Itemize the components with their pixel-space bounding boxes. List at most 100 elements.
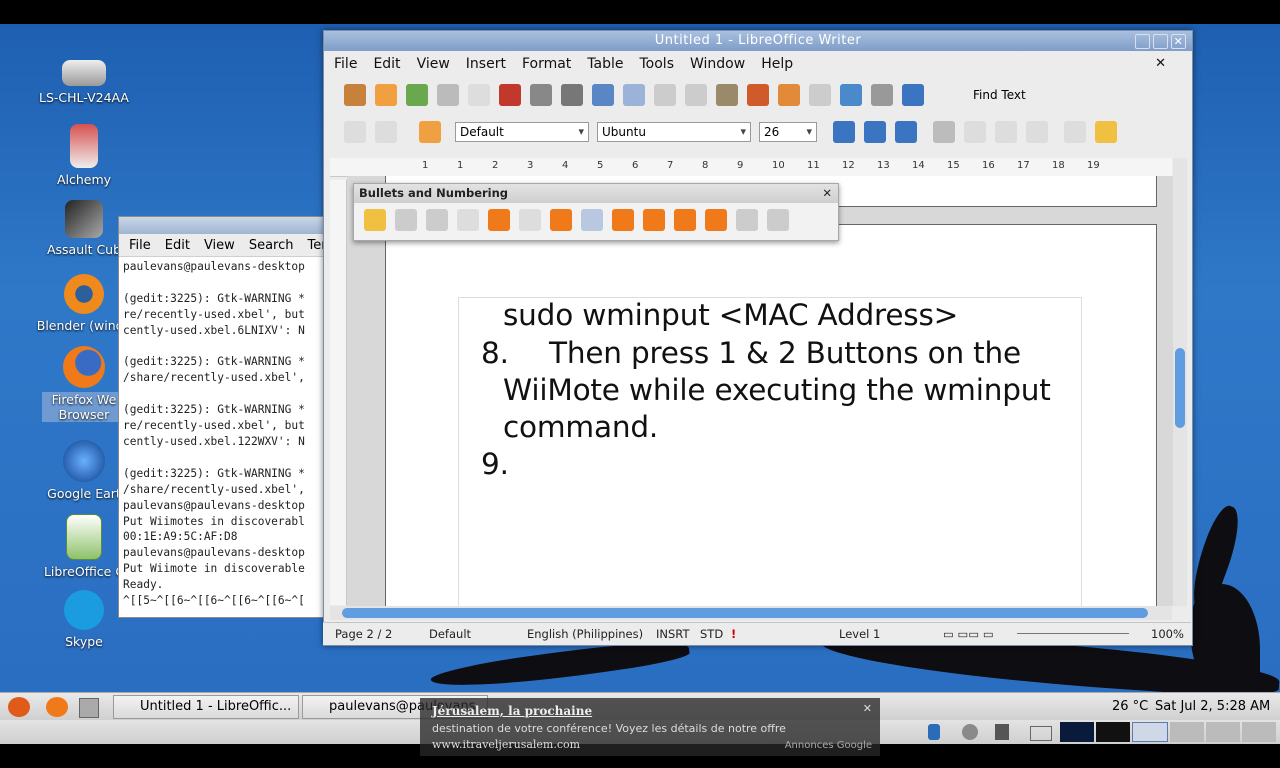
cut-icon[interactable] bbox=[654, 84, 676, 106]
align-right-icon[interactable] bbox=[995, 121, 1017, 143]
desktop-icon-alchemy[interactable]: Alchemy bbox=[29, 124, 139, 187]
paragraph-style-select[interactable]: Default bbox=[455, 122, 589, 142]
close-document-icon[interactable]: ✕ bbox=[1155, 56, 1166, 71]
back-icon[interactable] bbox=[344, 121, 366, 143]
workspace-6[interactable] bbox=[1242, 722, 1276, 742]
ad-close-icon[interactable]: ✕ bbox=[863, 702, 872, 715]
writer-titlebar[interactable]: Untitled 1 - LibreOffice Writer ✕ bbox=[324, 31, 1192, 51]
spellcheck-icon[interactable] bbox=[592, 84, 614, 106]
scroll-thumb[interactable] bbox=[342, 608, 1148, 618]
search-icon[interactable] bbox=[962, 724, 978, 740]
hyperlink-icon[interactable] bbox=[840, 84, 862, 106]
justify-icon[interactable] bbox=[1026, 121, 1048, 143]
clone-format-icon[interactable] bbox=[747, 84, 769, 106]
print-icon[interactable] bbox=[530, 84, 552, 106]
selection-mode[interactable]: STD bbox=[700, 627, 723, 641]
doc-line-3[interactable]: WiiMote while executing the wminput bbox=[503, 373, 1051, 407]
terminal-titlebar[interactable] bbox=[119, 217, 329, 234]
italic-icon[interactable] bbox=[864, 121, 886, 143]
edit-file-icon[interactable] bbox=[468, 84, 490, 106]
terminal-menu-file[interactable]: File bbox=[129, 238, 151, 253]
ad-title[interactable]: Jérusalem, la prochaine bbox=[432, 704, 592, 718]
terminal-menu-view[interactable]: View bbox=[204, 238, 235, 253]
autospellcheck-icon[interactable] bbox=[623, 84, 645, 106]
move-down-subpoints-icon[interactable] bbox=[705, 209, 727, 231]
workspace-1[interactable] bbox=[1060, 722, 1094, 742]
doc-line-1[interactable]: sudo wminput <MAC Address> bbox=[503, 298, 958, 332]
files-launcher-icon[interactable] bbox=[79, 698, 99, 718]
move-up-icon[interactable] bbox=[612, 209, 634, 231]
view-layout-icons[interactable]: ▭ ▭▭ ▭ bbox=[943, 627, 994, 641]
insert-unnumbered-entry-icon[interactable] bbox=[581, 209, 603, 231]
bullets-numbering-toolbar[interactable]: Bullets and Numbering ✕ bbox=[353, 183, 839, 241]
maximize-icon[interactable] bbox=[1153, 34, 1168, 49]
numbering-off-icon[interactable] bbox=[364, 209, 386, 231]
scroll-thumb[interactable] bbox=[1175, 348, 1185, 428]
ad-overlay[interactable]: Jérusalem, la prochaine destination de v… bbox=[420, 698, 880, 756]
vertical-ruler[interactable] bbox=[330, 180, 347, 605]
align-left-icon[interactable] bbox=[933, 121, 955, 143]
horizontal-scrollbar[interactable] bbox=[330, 606, 1172, 620]
menu-table[interactable]: Table bbox=[587, 56, 623, 72]
new-document-icon[interactable] bbox=[344, 84, 366, 106]
workspace-switcher[interactable] bbox=[1060, 722, 1276, 742]
styles-icon[interactable] bbox=[419, 121, 441, 143]
redo-icon[interactable] bbox=[809, 84, 831, 106]
font-name-select[interactable]: Ubuntu bbox=[597, 122, 751, 142]
terminal-menu-edit[interactable]: Edit bbox=[165, 238, 190, 253]
paste-icon[interactable] bbox=[716, 84, 738, 106]
language[interactable]: English (Philippines) bbox=[527, 627, 643, 641]
close-icon[interactable]: ✕ bbox=[822, 184, 832, 203]
move-down-icon[interactable] bbox=[643, 209, 665, 231]
insert-mode[interactable]: INSRT bbox=[656, 627, 689, 641]
find-text-field[interactable]: Find Text bbox=[973, 88, 1026, 102]
undo-icon[interactable] bbox=[778, 84, 800, 106]
mail-icon[interactable] bbox=[1030, 726, 1052, 741]
bullets-numbering-title[interactable]: Bullets and Numbering ✕ bbox=[354, 184, 838, 203]
doc-line-2[interactable]: Then press 1 & 2 Buttons on the bbox=[549, 336, 1021, 370]
email-icon[interactable] bbox=[437, 84, 459, 106]
terminal-window[interactable]: File Edit View Search Ter paulevans@paul… bbox=[118, 216, 330, 618]
draw-icon[interactable] bbox=[902, 84, 924, 106]
zoom-level[interactable]: 100% bbox=[1151, 627, 1184, 641]
menu-window[interactable]: Window bbox=[690, 56, 745, 72]
workspace-4[interactable] bbox=[1170, 722, 1204, 742]
menu-file[interactable]: File bbox=[334, 56, 357, 72]
restart-numbering-icon[interactable] bbox=[736, 209, 758, 231]
horizontal-ruler[interactable]: 1 1 2 3 4 5 6 7 8 9 10 11 12 13 14 15 16 17 18 19 bbox=[330, 158, 1172, 177]
export-pdf-icon[interactable] bbox=[499, 84, 521, 106]
bold-icon[interactable] bbox=[833, 121, 855, 143]
workspace-5[interactable] bbox=[1206, 722, 1240, 742]
align-center-icon[interactable] bbox=[964, 121, 986, 143]
bullets-icon[interactable] bbox=[1095, 121, 1117, 143]
minimize-icon[interactable] bbox=[1135, 34, 1150, 49]
menu-view[interactable]: View bbox=[417, 56, 450, 72]
forward-icon[interactable] bbox=[375, 121, 397, 143]
bluetooth-icon[interactable] bbox=[928, 724, 940, 740]
table-icon[interactable] bbox=[871, 84, 893, 106]
demote-left-icon[interactable] bbox=[457, 209, 479, 231]
text-body[interactable]: sudo wminput <MAC Address> 8. Then press… bbox=[458, 297, 1082, 606]
doc-line-4[interactable]: command. bbox=[503, 410, 658, 444]
menu-tools[interactable]: Tools bbox=[640, 56, 675, 72]
taskbar-writer[interactable]: Untitled 1 - LibreOffic... bbox=[113, 695, 299, 719]
print-preview-icon[interactable] bbox=[561, 84, 583, 106]
move-up-subpoints-icon[interactable] bbox=[674, 209, 696, 231]
terminal-menu-search[interactable]: Search bbox=[249, 238, 294, 253]
demote-subpoints-icon[interactable] bbox=[550, 209, 572, 231]
menu-edit[interactable]: Edit bbox=[373, 56, 400, 72]
demote-icon[interactable] bbox=[488, 209, 510, 231]
workspace-3[interactable] bbox=[1132, 722, 1168, 742]
menu-help[interactable]: Help bbox=[761, 56, 793, 72]
desktop-icon-drive[interactable]: LS-CHL-V24AA bbox=[29, 52, 139, 105]
close-icon[interactable]: ✕ bbox=[1171, 34, 1186, 49]
page-count[interactable]: Page 2 / 2 bbox=[335, 627, 392, 641]
clock[interactable]: Sat Jul 2, 5:28 AM bbox=[1155, 699, 1270, 714]
document-modified-icon[interactable]: ! bbox=[731, 627, 736, 641]
list-paragraph-icon[interactable] bbox=[426, 209, 448, 231]
underline-icon[interactable] bbox=[895, 121, 917, 143]
page-style[interactable]: Default bbox=[429, 627, 471, 641]
save-icon[interactable] bbox=[406, 84, 428, 106]
numbering-options-icon[interactable] bbox=[767, 209, 789, 231]
zoom-slider[interactable] bbox=[1017, 633, 1129, 634]
